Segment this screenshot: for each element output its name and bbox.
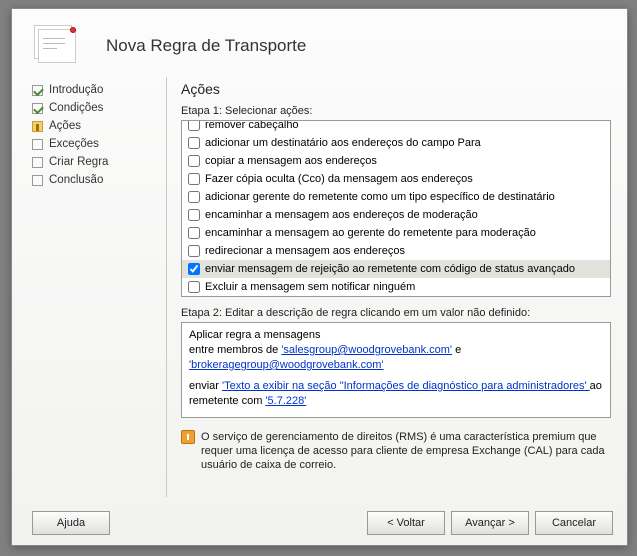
help-button[interactable]: Ajuda bbox=[32, 511, 110, 535]
rule-link-reject-text[interactable]: 'Texto a exibir na seção "Informações de… bbox=[222, 380, 590, 392]
sidebar-item-label: Ações bbox=[49, 120, 81, 132]
action-row[interactable]: Fazer cópia oculta (Cco) da mensagem aos… bbox=[182, 170, 610, 188]
sidebar-item-label: Criar Regra bbox=[49, 156, 108, 168]
action-checkbox[interactable] bbox=[188, 120, 200, 131]
sidebar-item-acoes[interactable]: Ações bbox=[28, 117, 166, 135]
wizard-main: Ações Etapa 1: Selecionar ações: remover… bbox=[166, 77, 611, 497]
check-icon bbox=[32, 103, 43, 114]
rule-link-group2[interactable]: 'brokeragegroup@woodgrovebank.com' bbox=[189, 359, 384, 371]
sidebar-item-criar-regra[interactable]: Criar Regra bbox=[28, 153, 166, 171]
rule-line: entre membros de 'salesgroup@woodgroveba… bbox=[189, 343, 603, 373]
sidebar-item-label: Exceções bbox=[49, 138, 99, 150]
action-row[interactable]: remover cabeçalho bbox=[182, 120, 610, 134]
action-checkbox[interactable] bbox=[188, 173, 200, 185]
action-checkbox[interactable] bbox=[188, 245, 200, 257]
wizard-header: Nova Regra de Transporte bbox=[12, 9, 627, 77]
action-checkbox[interactable] bbox=[188, 227, 200, 239]
sidebar-item-conclusao[interactable]: Conclusão bbox=[28, 171, 166, 189]
rule-line: Aplicar regra a mensagens bbox=[189, 328, 603, 343]
action-checkbox[interactable] bbox=[188, 263, 200, 275]
step2-label: Etapa 2: Editar a descrição de regra cli… bbox=[181, 307, 611, 319]
action-label: encaminhar a mensagem aos endereços de m… bbox=[205, 207, 478, 223]
rule-link-status-code[interactable]: '5.7.228' bbox=[265, 395, 306, 407]
action-checkbox[interactable] bbox=[188, 137, 200, 149]
page-heading: Ações bbox=[181, 81, 611, 97]
info-icon bbox=[181, 430, 195, 444]
sidebar-item-condicoes[interactable]: Condições bbox=[28, 99, 166, 117]
sidebar-item-label: Conclusão bbox=[49, 174, 103, 186]
action-label: copiar a mensagem aos endereços bbox=[205, 153, 377, 169]
action-row[interactable]: encaminhar a mensagem ao gerente do reme… bbox=[182, 224, 610, 242]
rule-line: enviar 'Texto a exibir na seção "Informa… bbox=[189, 379, 603, 409]
rms-info-text: O serviço de gerenciamento de direitos (… bbox=[201, 430, 611, 472]
current-step-icon bbox=[32, 121, 43, 132]
action-row[interactable]: adicionar um destinatário aos endereços … bbox=[182, 134, 610, 152]
actions-listbox[interactable]: remover cabeçalho adicionar um destinatár… bbox=[181, 120, 611, 297]
action-row[interactable]: encaminhar a mensagem aos endereços de m… bbox=[182, 206, 610, 224]
sidebar-item-introducao[interactable]: Introdução bbox=[28, 81, 166, 99]
wizard-window: Nova Regra de Transporte Introdução Cond… bbox=[11, 8, 628, 546]
action-label: adicionar gerente do remetente como um t… bbox=[205, 189, 555, 205]
pending-step-icon bbox=[32, 157, 43, 168]
action-label: enviar mensagem de rejeição ao remetente… bbox=[205, 261, 575, 277]
action-label: Excluir a mensagem sem notificar ninguém bbox=[205, 279, 415, 295]
pending-step-icon bbox=[32, 175, 43, 186]
action-label: redirecionar a mensagem aos endereços bbox=[205, 243, 405, 259]
sidebar-item-label: Introdução bbox=[49, 84, 103, 96]
action-checkbox[interactable] bbox=[188, 191, 200, 203]
action-row[interactable]: redirecionar a mensagem aos endereços bbox=[182, 242, 610, 260]
wizard-title: Nova Regra de Transporte bbox=[106, 36, 306, 56]
action-row[interactable]: adicionar gerente do remetente como um t… bbox=[182, 188, 610, 206]
wizard-sidebar: Introdução Condições Ações Exceções Cria… bbox=[28, 77, 166, 497]
action-checkbox[interactable] bbox=[188, 281, 200, 293]
wizard-footer: Ajuda < Voltar Avançar > Cancelar bbox=[26, 511, 613, 535]
rule-link-group1[interactable]: 'salesgroup@woodgrovebank.com' bbox=[281, 344, 452, 356]
sidebar-item-label: Condições bbox=[49, 102, 103, 114]
action-checkbox[interactable] bbox=[188, 209, 200, 221]
action-row[interactable]: copiar a mensagem aos endereços bbox=[182, 152, 610, 170]
check-icon bbox=[32, 85, 43, 96]
back-button[interactable]: < Voltar bbox=[367, 511, 445, 535]
rms-info-box: O serviço de gerenciamento de direitos (… bbox=[181, 430, 611, 472]
action-label: adicionar um destinatário aos endereços … bbox=[205, 135, 481, 151]
action-row[interactable]: Excluir a mensagem sem notificar ninguém bbox=[182, 278, 610, 296]
step1-label: Etapa 1: Selecionar ações: bbox=[181, 105, 611, 117]
next-button[interactable]: Avançar > bbox=[451, 511, 529, 535]
cancel-button[interactable]: Cancelar bbox=[535, 511, 613, 535]
sidebar-item-excecoes[interactable]: Exceções bbox=[28, 135, 166, 153]
rule-description-box[interactable]: Aplicar regra a mensagens entre membros … bbox=[181, 322, 611, 418]
action-label: encaminhar a mensagem ao gerente do reme… bbox=[205, 225, 536, 241]
action-row[interactable]: enviar mensagem de rejeição ao remetente… bbox=[182, 260, 610, 278]
pending-step-icon bbox=[32, 139, 43, 150]
action-label: Fazer cópia oculta (Cco) da mensagem aos… bbox=[205, 171, 473, 187]
rule-icon bbox=[34, 25, 86, 67]
action-label: remover cabeçalho bbox=[205, 120, 299, 133]
action-checkbox[interactable] bbox=[188, 155, 200, 167]
